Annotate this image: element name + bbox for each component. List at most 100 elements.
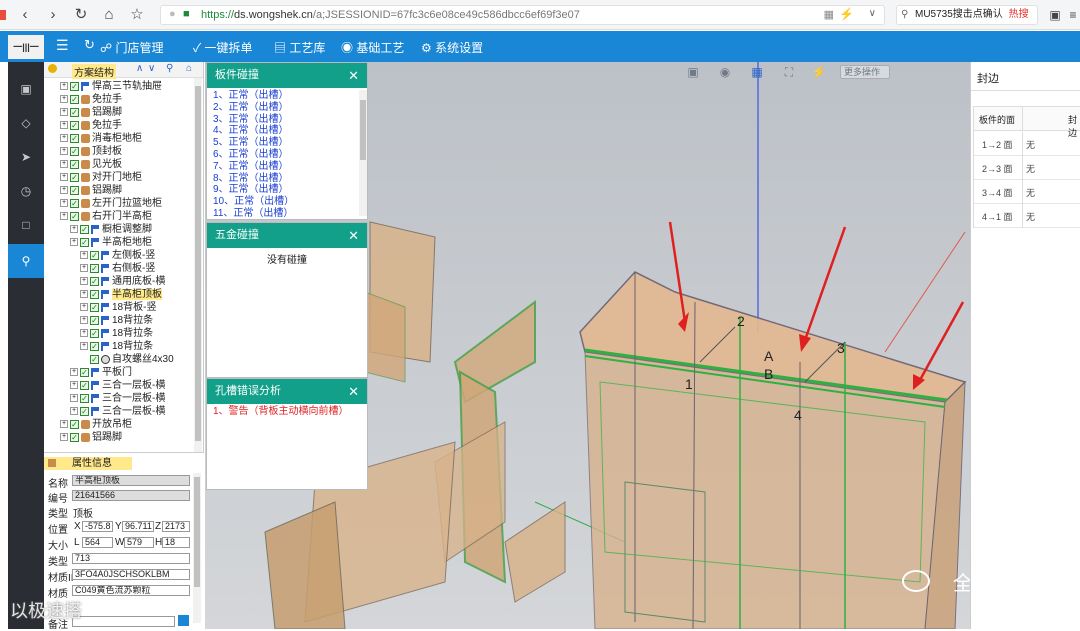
clock-icon[interactable]: ◷ [8, 174, 44, 208]
expand-toggle-icon[interactable]: + [70, 368, 78, 377]
menu-base-craft[interactable]: ◉ 基础工艺 [341, 39, 404, 56]
tree-item[interactable]: + ✓ 左开门拉篮地柜 [60, 197, 162, 210]
home-icon[interactable]: ⌂ [186, 63, 192, 74]
checkbox[interactable]: ✓ [90, 263, 99, 273]
back-icon[interactable]: ‹ [16, 6, 34, 24]
tree-item[interactable]: + ✓ 免拉手 [60, 93, 122, 106]
expand-toggle-icon[interactable]: + [60, 134, 68, 143]
checkbox[interactable]: ✓ [70, 419, 79, 429]
expand-toggle-icon[interactable]: + [60, 147, 68, 156]
checkbox[interactable]: ✓ [70, 159, 79, 169]
expand-toggle-icon[interactable]: + [70, 381, 78, 390]
material2-field[interactable]: 3FO4A0JSCHSOKLBM [72, 569, 190, 580]
checkbox[interactable]: ✓ [80, 237, 89, 247]
more-actions-dropdown[interactable]: 更多操作 [840, 65, 890, 79]
menu-icon[interactable]: ≡ [1064, 6, 1080, 24]
select-icon[interactable]: ▦ [748, 63, 766, 81]
tree-item[interactable]: + ✓ 通用底板-横 [80, 275, 165, 288]
tree-item[interactable]: + ✓ 三合一层板-横 [70, 379, 165, 392]
checkbox[interactable]: ✓ [80, 380, 89, 390]
checkbox[interactable]: ✓ [90, 315, 99, 325]
checkbox[interactable]: ✓ [90, 302, 99, 312]
expand-toggle-icon[interactable]: + [80, 316, 88, 325]
expand-toggle-icon[interactable]: + [70, 238, 78, 247]
grid-icon[interactable]: ▦ [824, 8, 834, 21]
tree-item[interactable]: + ✓ 消毒柜地柜 [60, 132, 142, 145]
tree-item[interactable]: + ✓ 悍高三节轨抽屉 [60, 80, 162, 93]
tree-item[interactable]: + ✓ 铝踢脚 [60, 431, 122, 444]
name-field[interactable]: 半高柜顶板 [72, 475, 190, 486]
address-bar[interactable]: ● ■ https://ds.wongshek.cn/a;JSESSIONID=… [160, 5, 885, 25]
tree-item[interactable]: + ✓ 18背拉条 [80, 327, 153, 340]
tree-item[interactable]: + ✓ 铝踢脚 [60, 184, 122, 197]
bolt-icon[interactable]: ⚡ [839, 7, 854, 21]
expand-toggle-icon[interactable]: + [60, 186, 68, 195]
code-field[interactable]: 21641566 [72, 490, 190, 501]
collision-scrollbar[interactable] [359, 90, 367, 216]
table-row[interactable]: 1→2 面 无 [974, 132, 1080, 156]
home-icon[interactable]: ⌂ [100, 6, 118, 24]
checkbox[interactable]: ✓ [70, 432, 79, 442]
checkbox[interactable]: ✓ [70, 185, 79, 195]
menu-store[interactable]: ☍ 门店管理 [100, 39, 164, 56]
expand-toggle-icon[interactable]: + [70, 225, 78, 234]
expand-all-icon[interactable]: ∧ [136, 63, 143, 74]
z-field[interactable]: 2173 [162, 521, 190, 532]
fullscreen-icon[interactable]: ⛶ [780, 63, 798, 81]
tree-item[interactable]: + ✓ 右开门半高柜 [60, 210, 152, 223]
hamburger-icon[interactable]: ☰ [56, 37, 69, 54]
checkbox[interactable]: ✓ [90, 328, 99, 338]
y-field[interactable]: 96.711 [122, 521, 154, 532]
table-row[interactable]: 4→1 面 无 [974, 204, 1080, 228]
tree-scroll-thumb[interactable] [195, 86, 201, 441]
tree-item[interactable]: +✓自攻螺丝4x30 [80, 353, 174, 366]
search-nav-icon[interactable]: ⚲ [8, 244, 44, 278]
collision-scroll-thumb[interactable] [360, 100, 366, 160]
target-icon[interactable]: ◉ [716, 63, 734, 81]
checkbox[interactable]: ✓ [90, 289, 99, 299]
tree-item[interactable]: + ✓ 平板门 [70, 366, 132, 379]
l-field[interactable]: 564 [82, 537, 113, 548]
tree-item[interactable]: + ✓ 三合一层板-横 [70, 405, 165, 418]
expand-toggle-icon[interactable]: + [60, 420, 68, 429]
table-row[interactable]: 3→4 面 无 [974, 180, 1080, 204]
tree-item[interactable]: + ✓ 半高柜顶板 [80, 288, 162, 301]
table-row[interactable]: 2→3 面 无 [974, 156, 1080, 180]
box-icon[interactable]: ▣ [684, 63, 702, 81]
checkbox[interactable]: ✓ [70, 107, 79, 117]
tree-item[interactable]: + ✓ 18背拉条 [80, 314, 153, 327]
checkbox[interactable]: ✓ [90, 341, 99, 351]
checkbox[interactable]: ✓ [80, 406, 89, 416]
tree-item[interactable]: + ✓ 见光板 [60, 158, 122, 171]
image-icon[interactable]: ▣ [8, 72, 44, 106]
checkbox[interactable]: ✓ [80, 367, 89, 377]
close-icon[interactable]: ✕ [348, 63, 359, 88]
checkbox[interactable]: ✓ [80, 224, 89, 234]
send-icon[interactable]: ➤ [8, 140, 44, 174]
tree-item[interactable]: + ✓ 18背板-竖 [80, 301, 156, 314]
trash-icon[interactable]: □ [8, 208, 44, 242]
chevron-down-icon[interactable]: ∨ [869, 8, 876, 19]
checkbox[interactable]: ✓ [70, 94, 79, 104]
expand-toggle-icon[interactable]: + [70, 407, 78, 416]
star-icon[interactable]: ☆ [128, 6, 146, 24]
menu-craft-lib[interactable]: ▤ 工艺库 [274, 39, 325, 56]
collapse-all-icon[interactable]: ∨ [148, 63, 155, 74]
diamond-icon[interactable]: ◇ [8, 106, 44, 140]
tree-item[interactable]: + ✓ 右侧板-竖 [80, 262, 155, 275]
checkbox[interactable]: ✓ [70, 81, 79, 91]
search-icon[interactable]: ⚲ [166, 63, 173, 74]
tree-scrollbar[interactable] [194, 78, 202, 452]
close-icon[interactable]: ✕ [348, 223, 359, 248]
close-icon[interactable]: ✕ [348, 379, 359, 404]
bolt-icon[interactable]: ⚡ [810, 63, 828, 81]
save-icon[interactable] [178, 615, 189, 626]
checkbox[interactable]: ✓ [70, 211, 79, 221]
expand-toggle-icon[interactable]: + [80, 329, 88, 338]
search-input[interactable]: ⚲ MU5735搜击点确认 热搜 [896, 5, 1038, 25]
tree-item[interactable]: + ✓ 铝踢脚 [60, 106, 122, 119]
checkbox[interactable]: ✓ [70, 120, 79, 130]
tree-item[interactable]: + ✓ 对开门地柜 [60, 171, 142, 184]
forward-icon[interactable]: › [44, 6, 62, 24]
extension-icon[interactable]: ▣ [1046, 6, 1064, 24]
